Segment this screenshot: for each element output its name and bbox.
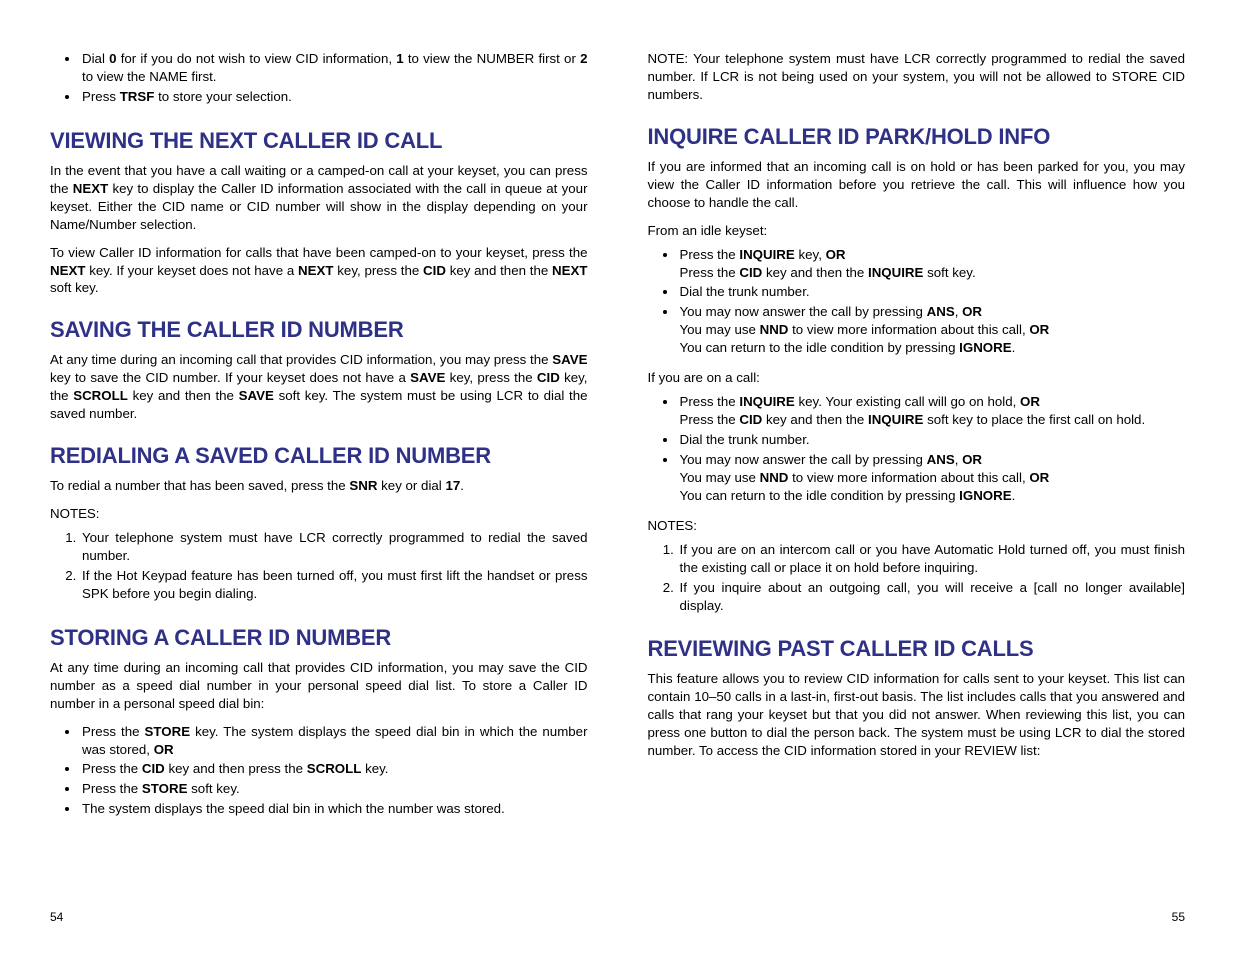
heading-inquire: INQUIRE CALLER ID PARK/HOLD INFO bbox=[648, 124, 1186, 150]
heading-viewing: VIEWING THE NEXT CALLER ID CALL bbox=[50, 128, 588, 154]
heading-saving: SAVING THE CALLER ID NUMBER bbox=[50, 317, 588, 343]
list-item: Press the INQUIRE key, ORPress the CID k… bbox=[678, 246, 1186, 282]
list-item: Press the STORE soft key. bbox=[80, 780, 588, 798]
list-item: Press the INQUIRE key. Your existing cal… bbox=[678, 393, 1186, 429]
note-top: NOTE: Your telephone system must have LC… bbox=[648, 50, 1186, 104]
list-item: If the Hot Keypad feature has been turne… bbox=[80, 567, 588, 603]
notes-label: NOTES: bbox=[648, 517, 1186, 535]
page-number-left: 54 bbox=[50, 890, 588, 924]
storing-list: Press the STORE key. The system displays… bbox=[50, 723, 588, 821]
page-right-column: NOTE: Your telephone system must have LC… bbox=[618, 50, 1196, 924]
paragraph: If you are informed that an incoming cal… bbox=[648, 158, 1186, 212]
list-item: Press the STORE key. The system displays… bbox=[80, 723, 588, 759]
oncall-list: Press the INQUIRE key. Your existing cal… bbox=[648, 393, 1186, 507]
list-item: You may now answer the call by pressing … bbox=[678, 303, 1186, 357]
list-item: You may now answer the call by pressing … bbox=[678, 451, 1186, 505]
heading-storing: STORING A CALLER ID NUMBER bbox=[50, 625, 588, 651]
list-item: Press TRSF to store your selection. bbox=[80, 88, 588, 106]
idle-list: Press the INQUIRE key, ORPress the CID k… bbox=[648, 246, 1186, 360]
list-item: Press the CID key and then press the SCR… bbox=[80, 760, 588, 778]
inquire-notes: If you are on an intercom call or you ha… bbox=[648, 541, 1186, 617]
paragraph: This feature allows you to review CID in… bbox=[648, 670, 1186, 760]
heading-redialing: REDIALING A SAVED CALLER ID NUMBER bbox=[50, 443, 588, 469]
list-item: If you are on an intercom call or you ha… bbox=[678, 541, 1186, 577]
redialing-notes: Your telephone system must have LCR corr… bbox=[50, 529, 588, 605]
idle-label: From an idle keyset: bbox=[648, 222, 1186, 240]
paragraph: To view Caller ID information for calls … bbox=[50, 244, 588, 298]
list-item: If you inquire about an outgoing call, y… bbox=[678, 579, 1186, 615]
list-item: Your telephone system must have LCR corr… bbox=[80, 529, 588, 565]
paragraph: To redial a number that has been saved, … bbox=[50, 477, 588, 495]
paragraph: At any time during an incoming call that… bbox=[50, 659, 588, 713]
intro-list: Dial 0 for if you do not wish to view CI… bbox=[50, 50, 588, 108]
list-item: Dial the trunk number. bbox=[678, 431, 1186, 449]
list-item: Dial 0 for if you do not wish to view CI… bbox=[80, 50, 588, 86]
paragraph: At any time during an incoming call that… bbox=[50, 351, 588, 423]
page-left-column: Dial 0 for if you do not wish to view CI… bbox=[40, 50, 618, 924]
list-item: Dial the trunk number. bbox=[678, 283, 1186, 301]
paragraph: In the event that you have a call waitin… bbox=[50, 162, 588, 234]
list-item: The system displays the speed dial bin i… bbox=[80, 800, 588, 818]
page-number-right: 55 bbox=[648, 890, 1186, 924]
oncall-label: If you are on a call: bbox=[648, 369, 1186, 387]
heading-reviewing: REVIEWING PAST CALLER ID CALLS bbox=[648, 636, 1186, 662]
notes-label: NOTES: bbox=[50, 505, 588, 523]
